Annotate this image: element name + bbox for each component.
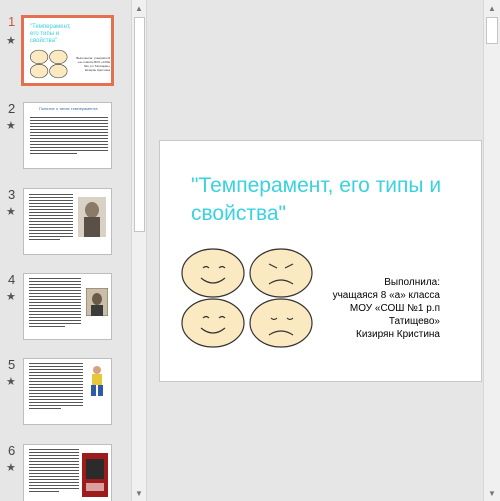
author-line: Выполнила: [384,277,440,288]
slide-thumbnail-pane[interactable]: 1 ★ "Темперамент, его типы и свойства" В… [0,0,131,501]
animation-star-icon: ★ [6,35,16,47]
thumbnail-title: "Темперамент, его типы и свойства" [30,24,71,44]
thumbnail-author: Выполнила: учащаяся 8 «а» класса МОУ «СО… [76,56,110,72]
slide-thumbnail-2[interactable]: Понятие о типах темперамента [23,102,112,169]
temperament-faces-image [181,248,313,348]
slide-thumbnail-3[interactable] [23,188,112,255]
figure-image [91,366,103,396]
slide-editor-area: "Темперамент, его типы и свойства" Выпол… [148,0,483,501]
presentation-editor: 1 ★ "Темперамент, его типы и свойства" В… [0,0,500,501]
animation-star-icon: ★ [6,462,16,474]
main-slide[interactable]: "Темперамент, его типы и свойства" Выпол… [159,140,482,382]
slide-number: 3 [8,187,16,202]
thumbnail-title: Понятие о типах темперамента [39,106,98,111]
portrait-image [86,288,108,316]
faces-icon [30,49,68,79]
animation-star-icon: ★ [6,206,16,218]
scrollbar-handle[interactable] [486,17,498,44]
scrollbar-handle[interactable] [134,17,145,232]
thumbnail-text-block [29,194,73,242]
cover-image [82,453,108,497]
animation-star-icon: ★ [6,291,16,303]
slide-title[interactable]: "Темперамент, его типы и свойства" [191,172,471,228]
scroll-up-arrow-icon[interactable]: ▲ [135,4,143,13]
animation-star-icon: ★ [6,120,16,132]
slide-thumbnail-4[interactable] [23,273,112,340]
author-line: учащаяся 8 «а» класса [332,290,440,301]
animation-star-icon: ★ [6,376,16,388]
slide-number: 1 [8,14,16,29]
slide-number: 4 [8,272,16,287]
author-line: Кизирян Кристина [356,329,440,340]
editor-scrollbar[interactable]: ▲ ▼ [483,0,500,501]
slide-number: 5 [8,357,16,372]
slide-thumbnail-6[interactable] [23,444,112,501]
slide-thumbnail-5[interactable] [23,358,112,425]
scroll-down-arrow-icon[interactable]: ▼ [135,489,143,498]
thumbnail-scrollbar[interactable]: ▲ ▼ [131,0,147,501]
author-line: Татищево» [388,316,440,327]
slide-number: 2 [8,101,16,116]
slide-thumbnail-1[interactable]: "Темперамент, его типы и свойства" Выпол… [21,15,114,86]
author-line: МОУ «СОШ №1 р.п [349,303,440,314]
scroll-up-arrow-icon[interactable]: ▲ [488,4,496,13]
thumbnail-text-block [29,278,81,329]
scroll-down-arrow-icon[interactable]: ▼ [488,489,496,498]
thumbnail-text-block [29,363,83,411]
slide-number: 6 [8,443,16,458]
thumbnail-text-block [30,117,108,156]
thumbnail-text-block [29,449,79,494]
author-text[interactable]: Выполнила: учащаяся 8 «а» класса МОУ «СО… [308,276,440,341]
portrait-image [78,197,106,237]
